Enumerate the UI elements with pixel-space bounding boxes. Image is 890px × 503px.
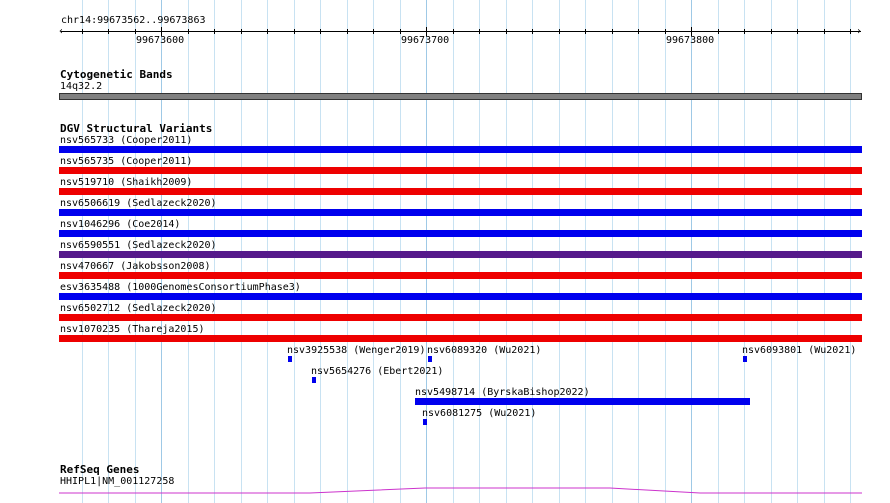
variant-bar[interactable] [415,398,750,405]
variant-bar[interactable] [59,251,862,258]
cytoband-track-title[interactable]: Cytogenetic Bands [60,68,173,81]
ruler-right-arrow-icon: › [856,26,863,37]
ruler-tick-label: 99673700 [401,35,450,46]
dgv-track-title[interactable]: DGV Structural Variants [60,122,212,135]
cytoband-bar[interactable] [59,93,862,100]
ruler-axis [61,31,861,32]
cytoband-label: 14q32.2 [60,81,103,92]
variant-bar[interactable] [312,377,316,383]
variant-bar[interactable] [59,146,862,153]
variant-bar[interactable] [423,419,427,425]
variant-bar[interactable] [743,356,747,362]
gene-model[interactable] [0,480,890,503]
variant-bar[interactable] [59,188,862,195]
variant-bar[interactable] [288,356,292,362]
variant-label: nsv6093801 (Wu2021) [742,345,857,356]
variant-bar[interactable] [59,209,862,216]
variant-bar[interactable] [59,230,862,237]
ruler-tick-label: 99673800 [666,35,715,46]
ruler-location: chr14:99673562..99673863 [61,15,206,26]
variant-label: nsv6081275 (Wu2021) [422,408,537,419]
variant-label: nsv5654276 (Ebert2021) [311,366,444,377]
refseq-track-title[interactable]: RefSeq Genes [60,463,139,476]
variant-bar[interactable] [59,293,862,300]
variant-bar[interactable] [428,356,432,362]
variant-bar[interactable] [59,335,862,342]
variant-label: nsv6089320 (Wu2021) [427,345,542,356]
variant-bar[interactable] [59,314,862,321]
ruler-left-arrow-icon: ‹ [58,26,65,37]
variant-label: nsv3925538 (Wenger2019) [287,345,426,356]
variant-bar[interactable] [59,272,862,279]
genome-browser-view: chr14:99673562..99673863 ‹ › 99673600 99… [0,0,890,503]
ruler-tick-label: 99673600 [136,35,185,46]
variant-bar[interactable] [59,167,862,174]
